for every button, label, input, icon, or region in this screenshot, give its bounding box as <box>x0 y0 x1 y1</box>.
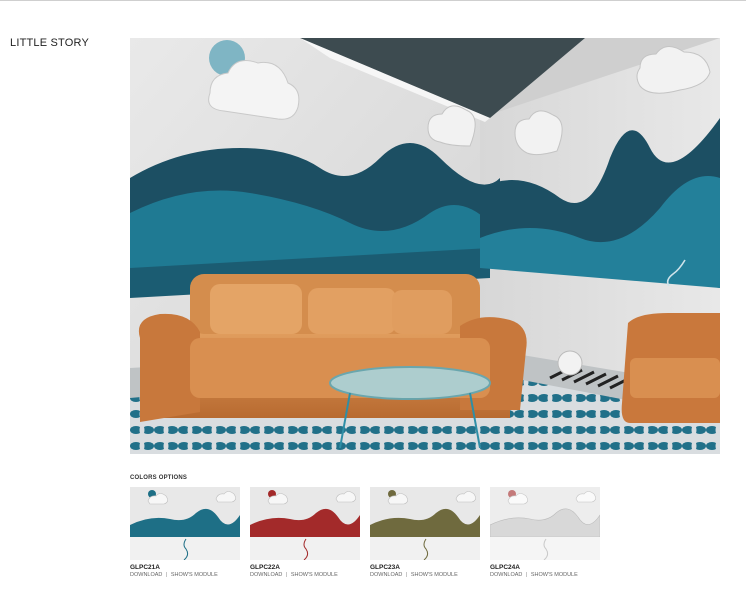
color-option-glpc23a[interactable]: GLPC23A DOWNLOAD | SHOW'S MODULE <box>370 487 480 583</box>
option-links: DOWNLOAD | SHOW'S MODULE <box>250 572 338 578</box>
color-option-glpc24a[interactable]: GLPC24A DOWNLOAD | SHOW'S MODULE <box>490 487 600 583</box>
show-module-link[interactable]: SHOW'S MODULE <box>291 572 338 578</box>
option-code: GLPC21A <box>130 564 160 571</box>
link-separator: | <box>285 572 288 578</box>
color-options-heading: COLORS OPTIONS <box>130 475 188 481</box>
link-separator: | <box>405 572 408 578</box>
color-option-glpc21a[interactable]: GLPC21A DOWNLOAD | SHOW'S MODULE <box>130 487 240 583</box>
option-code: GLPC24A <box>490 564 520 571</box>
link-separator: | <box>165 572 168 578</box>
show-module-link[interactable]: SHOW'S MODULE <box>171 572 218 578</box>
download-link[interactable]: DOWNLOAD <box>370 572 402 578</box>
thumbnail-glpc23a[interactable] <box>370 487 480 560</box>
thumbnail-glpc24a[interactable] <box>490 487 600 560</box>
hero-image <box>130 38 720 454</box>
download-link[interactable]: DOWNLOAD <box>130 572 162 578</box>
top-divider <box>0 0 746 1</box>
option-code: GLPC23A <box>370 564 400 571</box>
download-link[interactable]: DOWNLOAD <box>490 572 522 578</box>
download-link[interactable]: DOWNLOAD <box>250 572 282 578</box>
thumbnail-glpc21a[interactable] <box>130 487 240 560</box>
color-options-list: GLPC21A DOWNLOAD | SHOW'S MODULE GLPC22A… <box>130 487 610 587</box>
show-module-link[interactable]: SHOW'S MODULE <box>411 572 458 578</box>
option-code: GLPC22A <box>250 564 280 571</box>
option-links: DOWNLOAD | SHOW'S MODULE <box>490 572 578 578</box>
page-title: LITTLE STORY <box>10 37 90 49</box>
option-links: DOWNLOAD | SHOW'S MODULE <box>130 572 218 578</box>
option-links: DOWNLOAD | SHOW'S MODULE <box>370 572 458 578</box>
show-module-link[interactable]: SHOW'S MODULE <box>531 572 578 578</box>
thumbnail-glpc22a[interactable] <box>250 487 360 560</box>
link-separator: | <box>525 572 528 578</box>
color-option-glpc22a[interactable]: GLPC22A DOWNLOAD | SHOW'S MODULE <box>250 487 360 583</box>
